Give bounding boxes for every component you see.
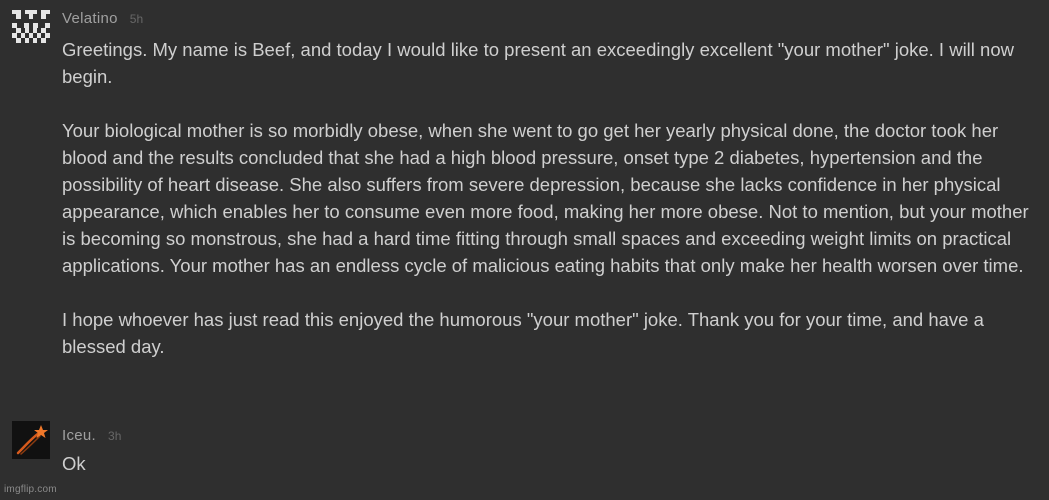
username[interactable]: Velatino xyxy=(62,10,118,27)
timestamp: 5h xyxy=(129,12,144,26)
comment-meta: Velatino 5h xyxy=(62,10,143,27)
username[interactable]: Iceu. xyxy=(62,427,96,444)
imgflip-watermark: imgflip.com xyxy=(4,484,57,495)
shooting-star-icon xyxy=(12,421,50,459)
timestamp: 3h xyxy=(108,429,122,443)
comment-meta: Iceu. 3h xyxy=(62,427,121,444)
pixel-pattern-avatar[interactable] xyxy=(12,8,50,46)
comment-thread: Velatino 5h Greetings. My name is Beef, … xyxy=(0,0,1049,500)
pixel-pattern-avatar-icon xyxy=(12,8,50,46)
shooting-star-avatar[interactable] xyxy=(12,421,50,459)
comment-text: Greetings. My name is Beef, and today I … xyxy=(62,39,1029,357)
comment-text: Ok xyxy=(62,453,86,474)
